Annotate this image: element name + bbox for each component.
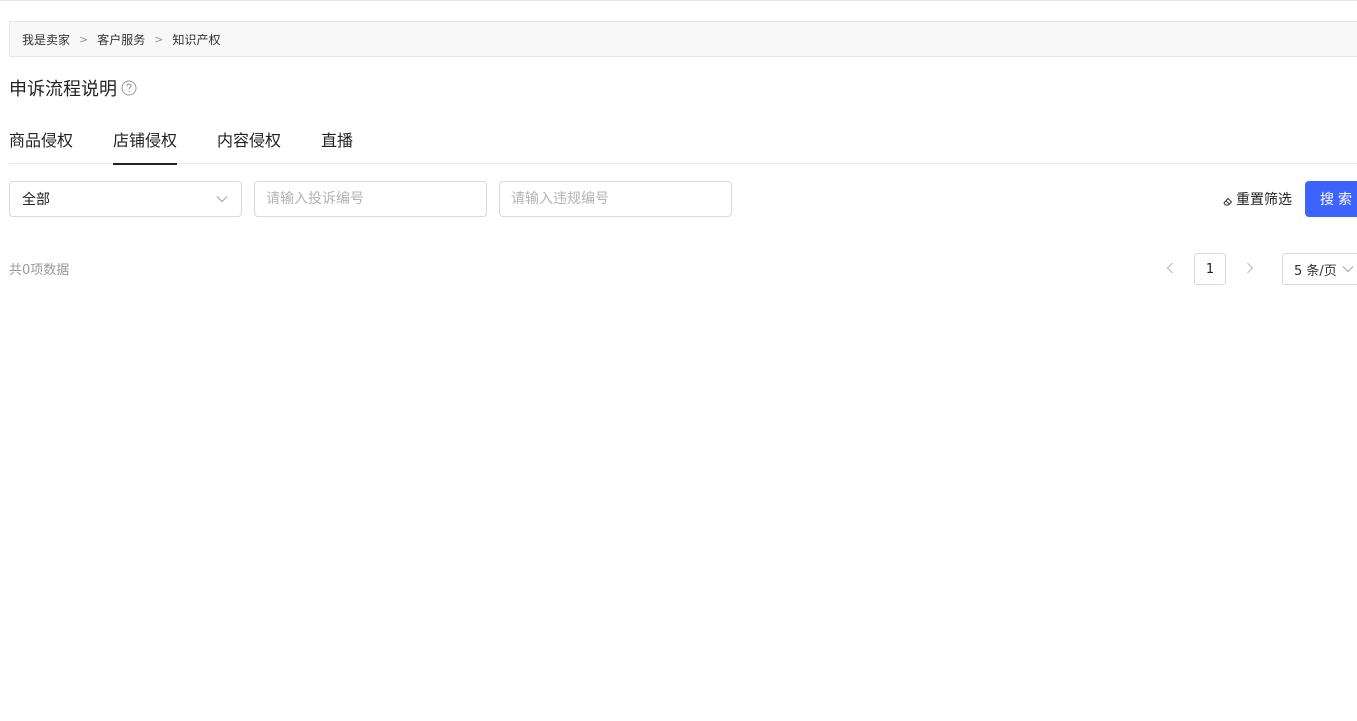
chevron-right-icon[interactable] — [1240, 258, 1260, 278]
search-button[interactable]: 搜索 — [1305, 181, 1357, 217]
breadcrumb-item-customer-service[interactable]: 客户服务 — [97, 31, 145, 48]
reset-filters-label: 重置筛选 — [1236, 192, 1292, 208]
breadcrumb: 我是卖家 > 客户服务 > 知识产权 — [9, 21, 1357, 57]
complaint-number-input[interactable] — [254, 181, 487, 217]
page-title-row: 申诉流程说明 — [9, 76, 137, 100]
reset-filters-button[interactable]: 重置筛选 — [1222, 188, 1292, 210]
tab-bar: 商品侵权 店铺侵权 内容侵权 直播 — [9, 126, 1357, 165]
breadcrumb-item-ip: 知识产权 — [172, 32, 221, 47]
page-number-button[interactable]: 1 — [1194, 253, 1226, 285]
tab-store-infringement[interactable]: 店铺侵权 — [113, 126, 178, 165]
total-count-text: 共0项数据 — [9, 263, 70, 278]
tab-product-infringement[interactable]: 商品侵权 — [9, 126, 73, 164]
chevron-down-icon — [215, 192, 229, 206]
tab-content-infringement[interactable]: 内容侵权 — [217, 126, 281, 164]
breadcrumb-item-seller[interactable]: 我是卖家 — [22, 31, 70, 48]
question-circle-icon[interactable] — [121, 80, 137, 96]
type-select-value: 全部 — [22, 192, 50, 208]
chevron-down-icon — [1341, 262, 1355, 276]
eraser-icon — [1222, 195, 1234, 207]
violation-number-input[interactable] — [499, 181, 732, 217]
breadcrumb-separator: > — [154, 32, 164, 46]
tab-live-stream[interactable]: 直播 — [321, 126, 353, 164]
top-divider — [0, 0, 1357, 1]
page-size-select[interactable]: 5 条/页 — [1282, 253, 1357, 285]
chevron-left-icon[interactable] — [1160, 258, 1180, 278]
page-title: 申诉流程说明 — [9, 79, 117, 100]
breadcrumb-separator: > — [79, 32, 89, 46]
type-select[interactable]: 全部 — [9, 181, 242, 217]
page-size-value: 5 条/页 — [1294, 263, 1337, 279]
